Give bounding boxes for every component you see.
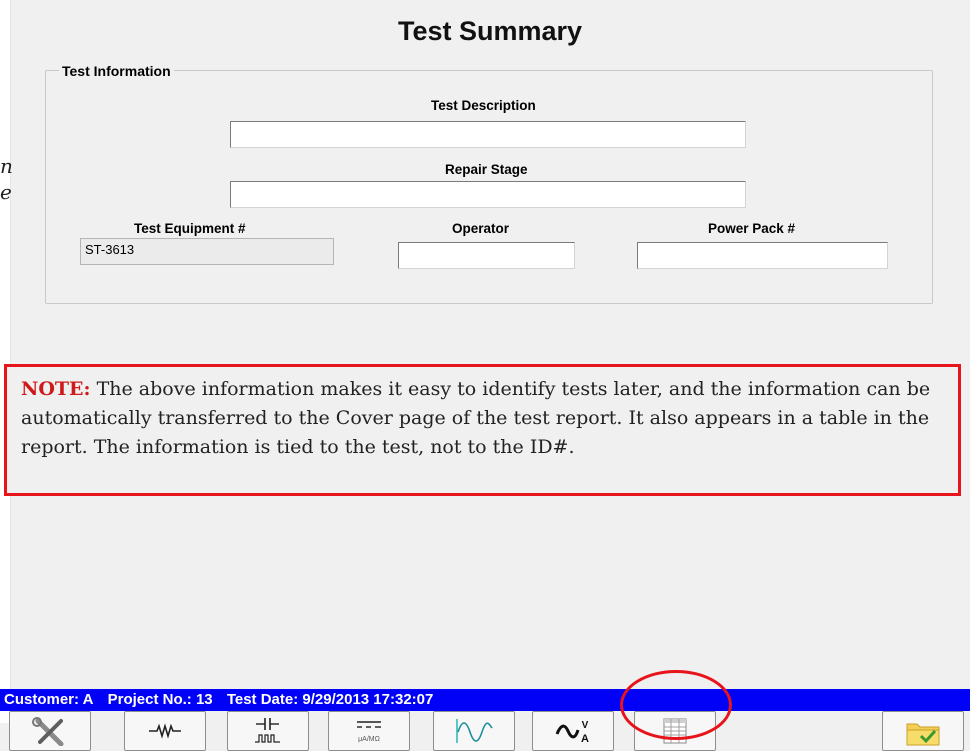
svg-text:V: V [582,720,589,731]
ac-voltage-current-button[interactable]: V A [532,711,614,751]
status-bar: Customer: A Project No.: 13 Test Date: 9… [0,689,970,711]
operator-label: Operator [452,221,510,236]
capacitor-pulse-icon [255,718,280,743]
repair-stage-label: Repair Stage [445,162,528,177]
waveform-icon [456,719,493,743]
test-date-status: Test Date: 9/29/2013 17:32:07 [226,691,434,708]
note-prefix: NOTE: [21,378,91,400]
tools-button[interactable] [9,711,91,751]
dc-amp-icon: μA/MΩ [357,721,381,743]
dc-current-button[interactable]: μA/MΩ [328,711,410,751]
svg-text:A: A [581,733,589,745]
folder-check-icon [906,723,940,746]
test-description-label: Test Description [431,98,536,113]
note-box: NOTE: The above information makes it eas… [4,364,961,496]
capacitance-button[interactable] [227,711,309,751]
project-status: Project No.: 13 [107,691,213,708]
power-pack-field[interactable] [637,242,888,269]
resistor-icon [149,723,181,739]
left-margin-strip [0,0,11,723]
note-text: The above information makes it easy to i… [21,378,931,458]
highlight-circle [620,670,732,740]
repair-stage-field[interactable] [230,181,746,208]
page-title: Test Summary [397,16,583,46]
ac-volt-amp-icon: V A [555,720,589,745]
svg-text:μA/MΩ: μA/MΩ [358,736,380,743]
waveform-button[interactable] [433,711,515,751]
left-fragment: e [0,180,12,204]
customer-status: Customer: A [4,691,94,708]
resistance-button[interactable] [124,711,206,751]
group-legend: Test Information [59,63,174,79]
test-equipment-label: Test Equipment # [134,221,246,236]
test-equipment-field[interactable]: ST-3613 [80,238,334,265]
left-fragment: n [0,154,13,178]
folder-check-button[interactable] [882,711,964,751]
left-text-fragments: n e [0,154,14,214]
test-description-field[interactable] [230,121,746,148]
test-information-group: Test Information Test Description Repair… [45,63,933,304]
power-pack-label: Power Pack # [708,221,796,236]
tools-icon [32,717,64,746]
operator-field[interactable] [398,242,575,269]
